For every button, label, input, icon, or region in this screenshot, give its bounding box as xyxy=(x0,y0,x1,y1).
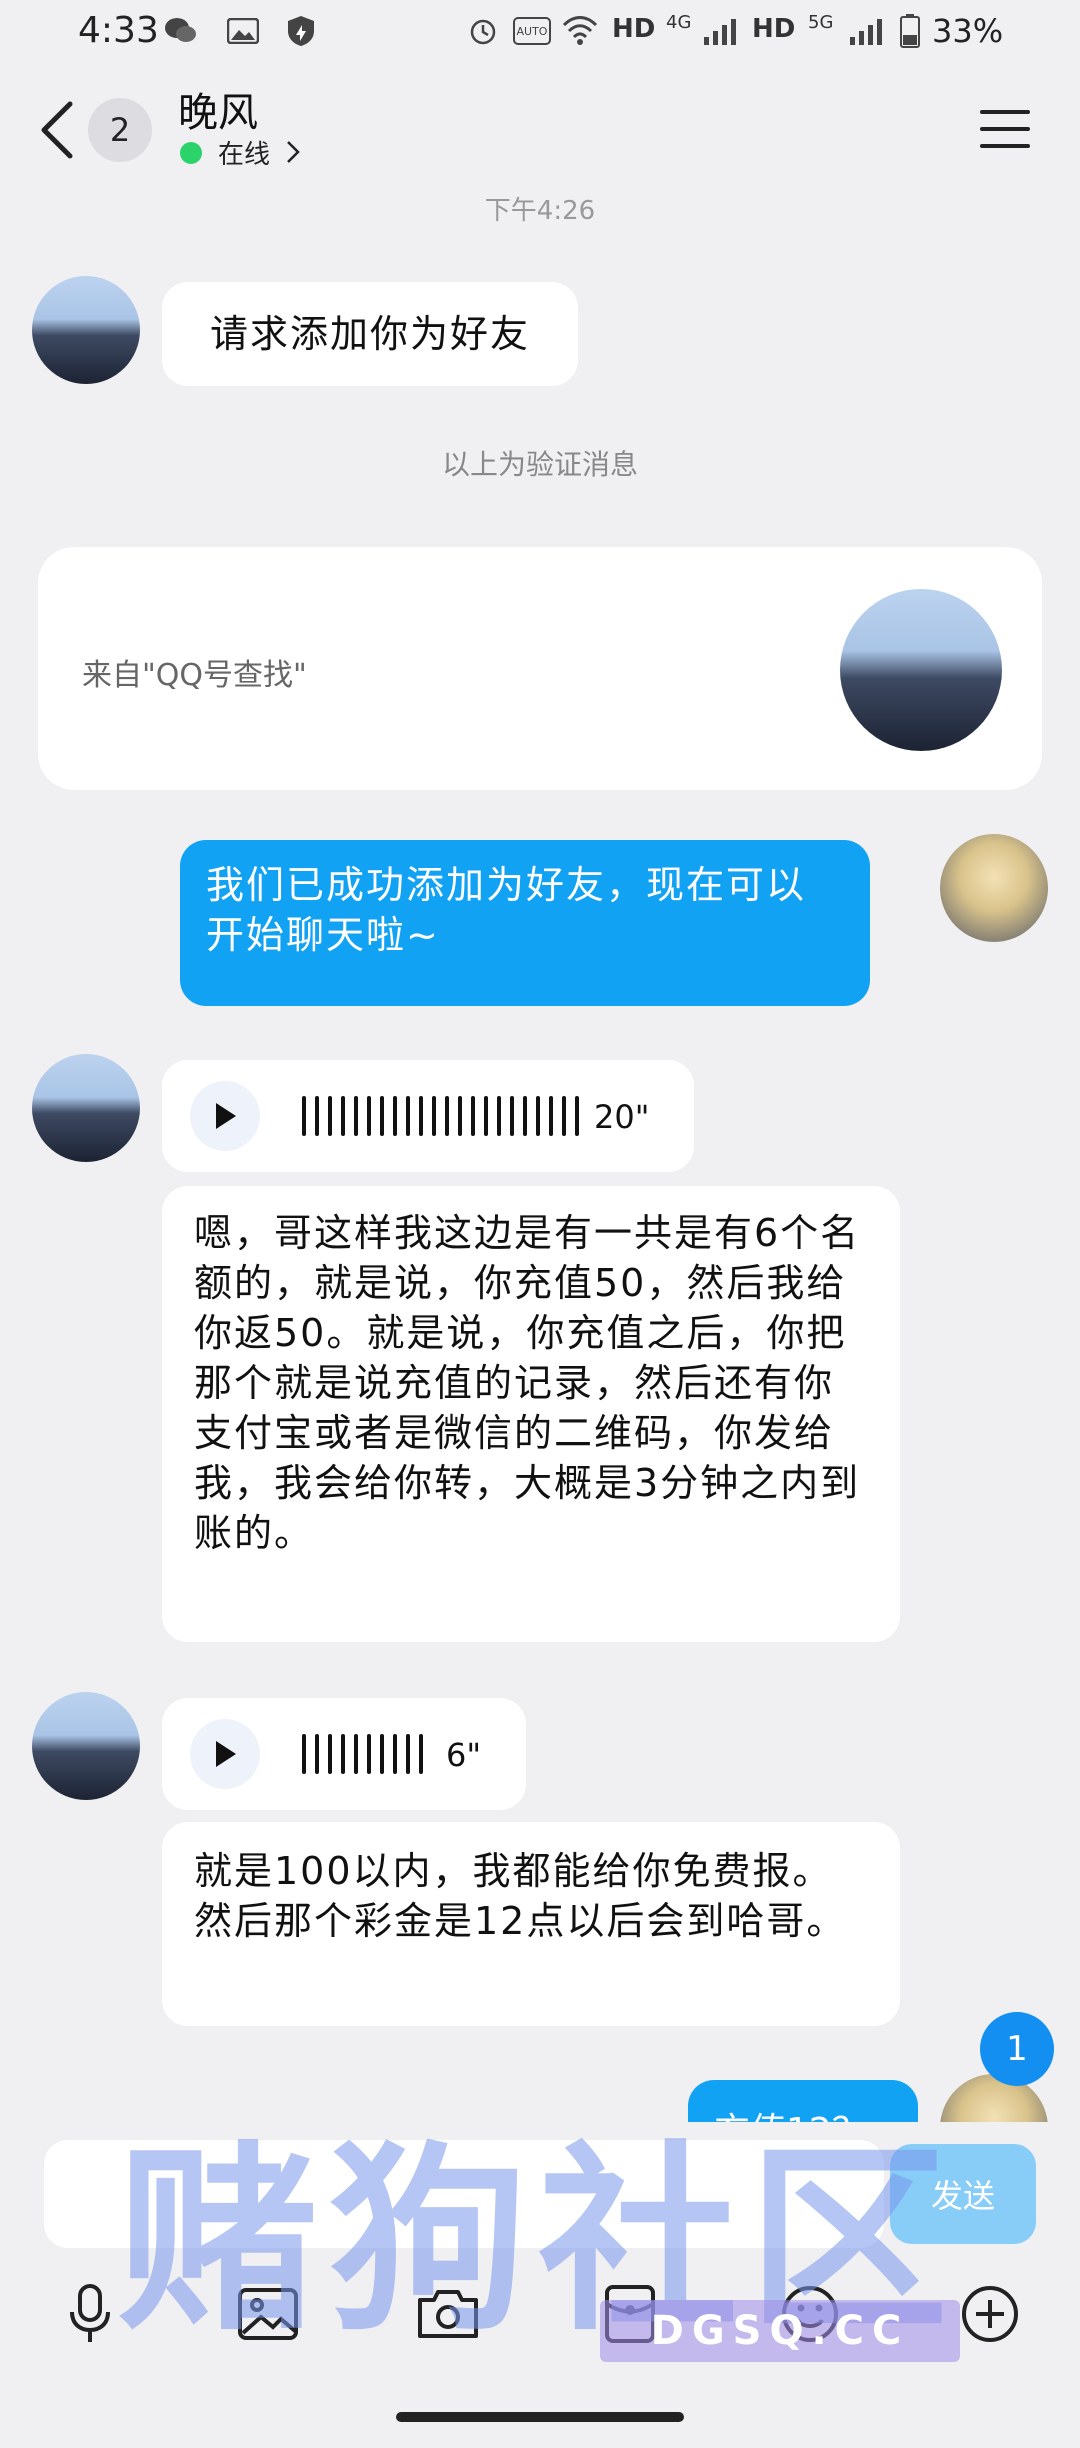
play-icon[interactable] xyxy=(190,1081,260,1151)
chat-timestamp: 下午4:26 xyxy=(484,196,596,226)
chevron-right-icon[interactable] xyxy=(286,140,300,164)
unread-count-badge[interactable]: 2 xyxy=(88,98,152,162)
status-time: 4:33 xyxy=(78,10,159,51)
status-bar: 4:33 AUTO HD 4G HD 5G 33% xyxy=(0,0,1080,66)
network-hd-2: HD xyxy=(752,14,796,44)
watermark-url: DGSQ.CC xyxy=(600,2300,960,2362)
message-bubble-verification[interactable]: 请求添加你为好友 xyxy=(162,282,578,386)
home-indicator[interactable] xyxy=(396,2412,684,2422)
svg-text:AUTO: AUTO xyxy=(517,25,548,38)
wechat-icon xyxy=(164,14,198,48)
online-status-dot xyxy=(180,142,202,164)
shield-icon xyxy=(284,14,318,48)
network-hd-1: HD xyxy=(612,14,656,44)
voice-message-2[interactable]: 6" xyxy=(162,1698,526,1810)
voice-waveform xyxy=(302,1732,423,1776)
play-icon[interactable] xyxy=(190,1719,260,1789)
network-type-1: 4G xyxy=(666,12,692,33)
auto-brightness-icon: AUTO xyxy=(512,14,552,48)
contact-avatar[interactable] xyxy=(32,1692,140,1800)
voice-transcript-1[interactable]: 嗯，哥这样我这边是有一共是有6个名额的，就是说，你充值50，然后我给你返50。就… xyxy=(162,1186,900,1642)
source-card-avatar xyxy=(840,589,1002,751)
battery-icon xyxy=(896,14,924,48)
verification-hint: 以上为验证消息 xyxy=(441,448,638,481)
battery-percent: 33% xyxy=(932,12,1004,50)
contact-avatar[interactable] xyxy=(32,276,140,384)
microphone-icon[interactable] xyxy=(58,2282,122,2346)
back-chevron-icon[interactable] xyxy=(38,100,78,160)
alarm-icon xyxy=(466,14,500,48)
plus-icon[interactable] xyxy=(958,2282,1022,2346)
contact-name[interactable]: 晚风 xyxy=(178,80,258,138)
contact-avatar[interactable] xyxy=(32,1054,140,1162)
signal-icon xyxy=(700,14,744,48)
gallery-icon xyxy=(226,14,260,48)
voice-duration: 6" xyxy=(446,1736,482,1774)
wifi-icon xyxy=(560,14,600,48)
network-type-2: 5G xyxy=(808,12,834,33)
signal-icon-2 xyxy=(846,14,890,48)
voice-message-1[interactable]: 20" xyxy=(162,1060,694,1172)
my-avatar[interactable] xyxy=(940,834,1048,942)
source-card-text: 来自"QQ号查找" xyxy=(82,658,307,693)
menu-icon[interactable] xyxy=(980,110,1030,150)
message-bubble-outgoing[interactable]: 我们已成功添加为好友，现在可以开始聊天啦~ xyxy=(180,840,870,1006)
voice-transcript-2[interactable]: 就是100以内，我都能给你免费报。然后那个彩金是12点以后会到哈哥。 xyxy=(162,1822,900,2026)
online-status-text[interactable]: 在线 xyxy=(218,134,270,171)
new-message-badge[interactable]: 1 xyxy=(980,2012,1054,2086)
voice-duration: 20" xyxy=(594,1098,650,1136)
voice-waveform xyxy=(302,1094,579,1138)
